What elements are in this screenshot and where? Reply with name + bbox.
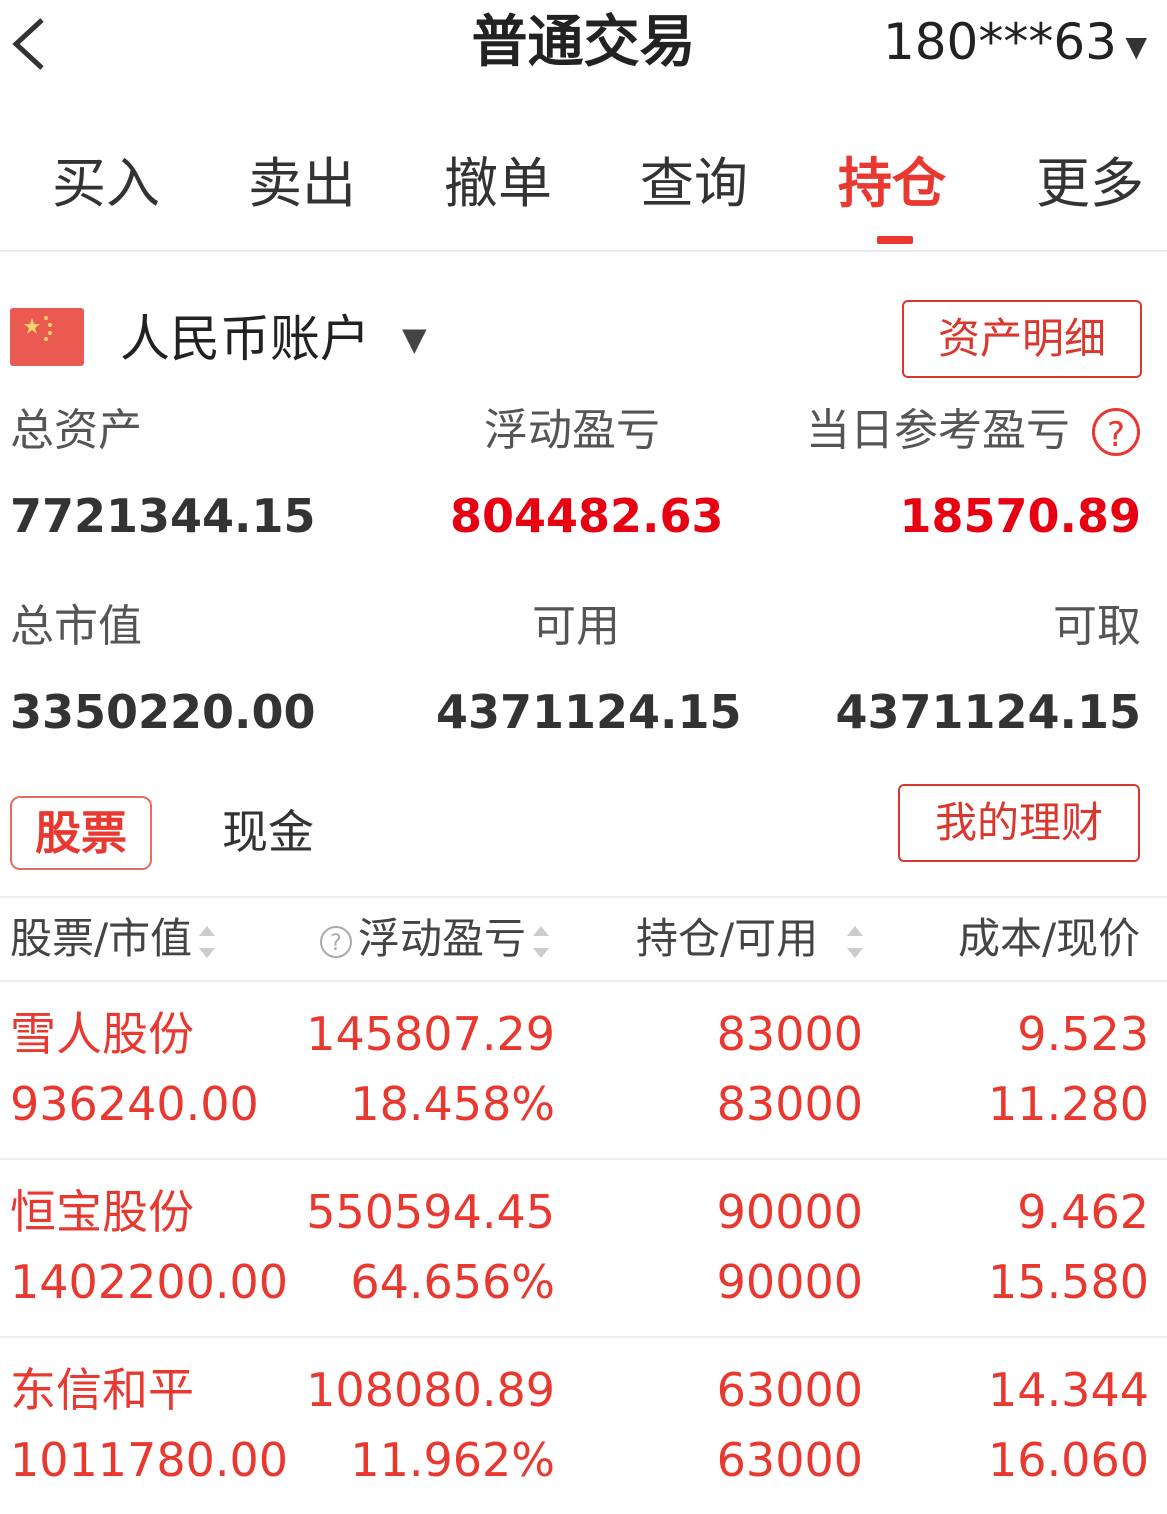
- market-value-label: 总市值: [10, 601, 142, 652]
- tab-sell[interactable]: 卖出: [248, 152, 356, 216]
- current-price: 11.280: [988, 1077, 1149, 1131]
- table-row[interactable]: 雪人股份 936240.00 145807.29 18.458% 83000 8…: [0, 980, 1167, 1160]
- china-flag-icon: [10, 308, 84, 366]
- available-value: 4371124.15: [436, 685, 742, 739]
- available-label: 可用: [532, 601, 620, 652]
- daily-pl-label: 当日参考盈亏: [806, 405, 1070, 456]
- active-tab-indicator: [877, 236, 913, 244]
- segment-cash[interactable]: 现金: [222, 800, 314, 864]
- floating-pl-percent: 18.458%: [350, 1077, 555, 1131]
- account-selector[interactable]: 180***63: [883, 12, 1117, 72]
- current-price: 16.060: [988, 1433, 1149, 1487]
- tab-buy[interactable]: 买入: [52, 152, 160, 216]
- asset-detail-button[interactable]: 资产明细: [902, 300, 1142, 378]
- position: 90000: [716, 1185, 863, 1239]
- caret-down-icon[interactable]: ▼: [402, 320, 427, 358]
- caret-down-icon[interactable]: ▼: [1125, 30, 1147, 63]
- sort-icon[interactable]: [532, 922, 550, 962]
- table-row[interactable]: 恒宝股份 1402200.00 550594.45 64.656% 90000 …: [0, 1158, 1167, 1338]
- floating-pl-label: 浮动盈亏: [484, 405, 660, 456]
- current-price: 15.580: [988, 1255, 1149, 1309]
- currency-account-label[interactable]: 人民币账户: [120, 308, 370, 370]
- market-value: 1011780.00: [10, 1433, 289, 1487]
- withdrawable-value: 4371124.15: [835, 685, 1141, 739]
- total-assets-value: 7721344.15: [10, 489, 316, 543]
- cost: 9.523: [1017, 1007, 1149, 1061]
- header-cost-price[interactable]: 成本/现价: [958, 912, 1140, 966]
- table-row[interactable]: 东信和平 1011780.00 108080.89 11.962% 63000 …: [0, 1336, 1167, 1514]
- daily-pl-value: 18570.89: [899, 489, 1141, 543]
- tab-more[interactable]: 更多: [1036, 152, 1144, 216]
- stock-name: 恒宝股份: [10, 1185, 194, 1239]
- sort-icon[interactable]: [198, 922, 216, 962]
- stock-name: 雪人股份: [10, 1007, 194, 1061]
- floating-pl-percent: 11.962%: [350, 1433, 555, 1487]
- available: 90000: [716, 1255, 863, 1309]
- question-icon[interactable]: ?: [320, 925, 352, 958]
- position: 63000: [716, 1363, 863, 1417]
- header-position-available[interactable]: 持仓/可用: [636, 912, 864, 966]
- help-icon[interactable]: ?: [1092, 408, 1140, 456]
- floating-pl: 108080.89: [306, 1363, 555, 1417]
- floating-pl: 550594.45: [306, 1185, 555, 1239]
- stock-name: 东信和平: [10, 1363, 194, 1417]
- market-value: 1402200.00: [10, 1255, 289, 1309]
- segment-stock[interactable]: 股票: [10, 796, 152, 870]
- cost: 9.462: [1017, 1185, 1149, 1239]
- position: 83000: [716, 1007, 863, 1061]
- floating-pl-percent: 64.656%: [350, 1255, 555, 1309]
- tab-query[interactable]: 查询: [640, 152, 748, 216]
- my-finance-button[interactable]: 我的理财: [898, 784, 1140, 862]
- tab-cancel[interactable]: 撤单: [444, 152, 552, 216]
- tab-bar: 买入 卖出 撤单 查询 持仓 更多: [0, 140, 1167, 252]
- market-value: 936240.00: [10, 1077, 259, 1131]
- floating-pl-value: 804482.63: [450, 489, 724, 543]
- available: 63000: [716, 1433, 863, 1487]
- header-floating-pl[interactable]: ? 浮动盈亏: [320, 912, 550, 966]
- total-assets-label: 总资产: [10, 405, 142, 456]
- market-value-value: 3350220.00: [10, 685, 316, 739]
- sort-icon[interactable]: [846, 922, 864, 962]
- withdrawable-label: 可取: [1053, 601, 1141, 652]
- tab-positions[interactable]: 持仓: [838, 152, 946, 216]
- floating-pl: 145807.29: [306, 1007, 555, 1061]
- cost: 14.344: [988, 1363, 1149, 1417]
- available: 83000: [716, 1077, 863, 1131]
- table-header: 股票/市值 ? 浮动盈亏 持仓/可用 成本/现价: [0, 896, 1167, 982]
- header-stock-market-value[interactable]: 股票/市值: [10, 912, 216, 966]
